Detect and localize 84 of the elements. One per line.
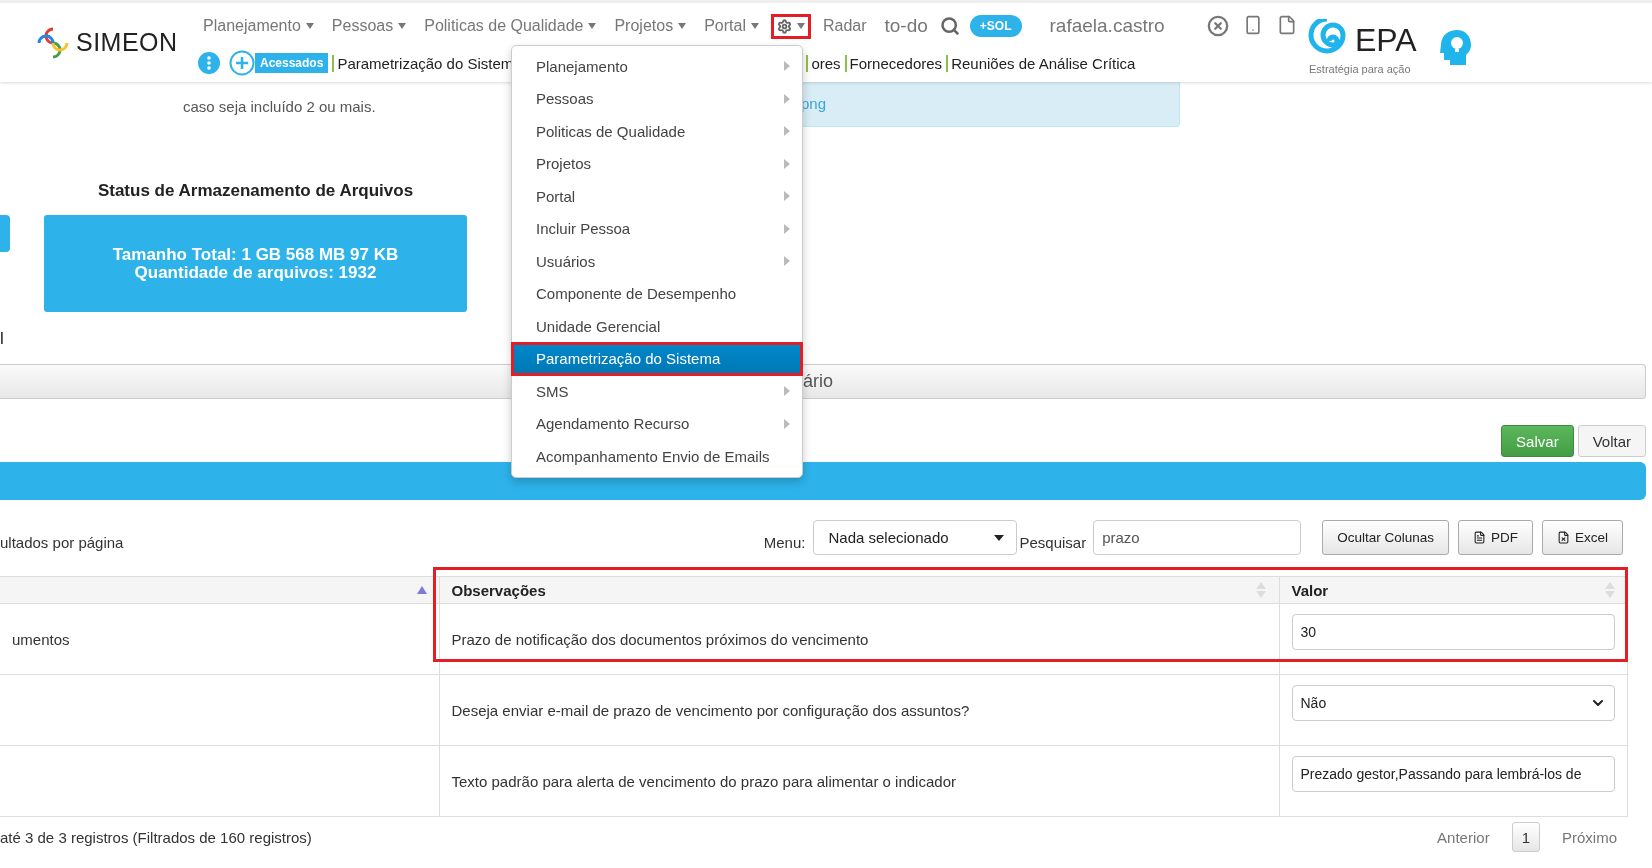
menu-item[interactable]: Politicas de Qualidade: [512, 115, 802, 148]
search-label: Pesquisar: [1019, 534, 1087, 553]
nav-menu[interactable]: Pessoas: [325, 12, 413, 40]
cell-text: umentos: [12, 630, 70, 648]
menu-item[interactable]: Unidade Gerencial: [512, 310, 802, 343]
caret-icon: [994, 534, 1005, 541]
pdf-button[interactable]: PDF: [1458, 520, 1533, 555]
ip-note: caso seja incluído 2 ou mais.: [183, 98, 376, 115]
caret-icon: [678, 23, 687, 29]
search-field[interactable]: prazo: [1093, 520, 1302, 555]
submenu-arrow-icon: [784, 256, 790, 267]
accessed-badge: Acessados: [255, 53, 329, 73]
sort-ascending-icon[interactable]: [416, 586, 427, 594]
search-icon[interactable]: [939, 16, 960, 36]
column-header[interactable]: Valor: [1279, 576, 1627, 604]
nav-link[interactable]: to-do: [878, 10, 934, 42]
column-header[interactable]: Observações: [439, 576, 1279, 604]
page-size-label: ultados por página: [0, 534, 124, 553]
pagination-button[interactable]: Próximo: [1552, 822, 1627, 852]
submenu-arrow-icon: [784, 191, 790, 202]
menu-item[interactable]: Componente de Desempenho: [512, 277, 802, 310]
menu-label: Menu:: [763, 534, 806, 553]
submenu-arrow-icon: [784, 223, 790, 234]
menu-item[interactable]: Planejamento: [512, 50, 802, 83]
document-icon: [1473, 531, 1486, 544]
value-field[interactable]: 30: [1291, 614, 1615, 650]
cell-text: Prazo de notificação dos documentos próximos do vencimento: [451, 630, 869, 648]
hide-columns-button[interactable]: Ocultar Colunas: [1322, 520, 1449, 555]
submenu-arrow-icon: [784, 126, 790, 137]
partner-name: EPA: [1355, 22, 1417, 59]
pagination-button[interactable]: 1: [1511, 822, 1540, 852]
menu-select[interactable]: Nada selecionado: [813, 520, 1018, 555]
close-circle-icon[interactable]: [1206, 15, 1229, 37]
nav-menu[interactable]: Portal: [698, 12, 765, 40]
section-label: l: [0, 329, 5, 347]
menu-item[interactable]: Portal: [512, 180, 802, 213]
nav-menu[interactable]: Projetos: [608, 12, 693, 40]
caret-icon: [750, 23, 759, 29]
storage-line: Quantidade de arquivos: 1932: [134, 263, 377, 282]
nav-link[interactable]: Radar: [816, 12, 873, 40]
accessed-link[interactable]: Fornecedores: [844, 54, 947, 72]
caret-icon: [588, 23, 597, 29]
nav-menu[interactable]: Politicas de Qualidade: [418, 12, 603, 40]
logo-icon: [36, 25, 70, 60]
menu-item[interactable]: Usuários: [512, 245, 802, 278]
records-summary: até 3 de 3 registros (Filtrados de 160 registros): [0, 828, 312, 846]
cell-text: Deseja enviar e-mail de prazo de vencimento por configuração dos assuntos?: [451, 701, 970, 719]
value-select[interactable]: Não: [1291, 685, 1615, 721]
caret-icon: [796, 23, 805, 29]
submenu-arrow-icon: [784, 93, 790, 104]
back-button[interactable]: Voltar: [1577, 425, 1646, 457]
submenu-arrow-icon: [784, 386, 790, 397]
caret-icon: [398, 23, 407, 29]
status-card: [0, 215, 10, 252]
pagination-button[interactable]: Anterior: [1427, 822, 1500, 852]
cell-text: Texto padrão para alerta de vencimento do prazo para alimentar o indicador: [451, 772, 956, 790]
storage-line: Tamanho Total: 1 GB 568 MB 97 KB: [112, 245, 399, 264]
brand-name: SIMEON: [76, 28, 178, 57]
spreadsheet-icon: [1557, 531, 1570, 544]
menu-item[interactable]: Agendamento Recurso: [512, 407, 802, 440]
nav-menu[interactable]: Planejamento: [197, 12, 320, 40]
caret-icon: [305, 23, 314, 29]
storage-title: Status de Armazenamento de Arquivos: [96, 181, 415, 201]
menu-item[interactable]: Incluir Pessoa: [512, 212, 802, 245]
menu-item[interactable]: Projetos: [512, 147, 802, 180]
menu-item[interactable]: Parametrização do Sistema: [512, 342, 802, 375]
submenu-arrow-icon: [784, 418, 790, 429]
partner-tagline: Estratégia para ação: [1309, 62, 1411, 75]
submenu-arrow-icon: [784, 158, 790, 169]
accessed-link[interactable]: ores: [806, 54, 845, 72]
menu-item[interactable]: Pessoas: [512, 82, 802, 115]
user-name[interactable]: rafaela.castro: [1043, 10, 1171, 42]
settings-menu[interactable]: [770, 13, 811, 39]
column-title: Valor: [1291, 581, 1329, 599]
menu-item[interactable]: Acompanhamento Envio de Emails: [512, 440, 802, 473]
section-title: ário: [803, 371, 833, 392]
value-field[interactable]: Prezado gestor,Passando para lembrá-los de: [1291, 756, 1615, 792]
column-title: Observações: [451, 581, 546, 599]
submenu-arrow-icon: [784, 61, 790, 72]
add-icon[interactable]: [229, 50, 255, 76]
settings-icon: [776, 18, 792, 34]
accessed-link[interactable]: Reuniões de Análise Crítica: [946, 54, 1140, 72]
excel-button[interactable]: Excel: [1542, 520, 1623, 555]
more-icon[interactable]: [197, 51, 221, 75]
